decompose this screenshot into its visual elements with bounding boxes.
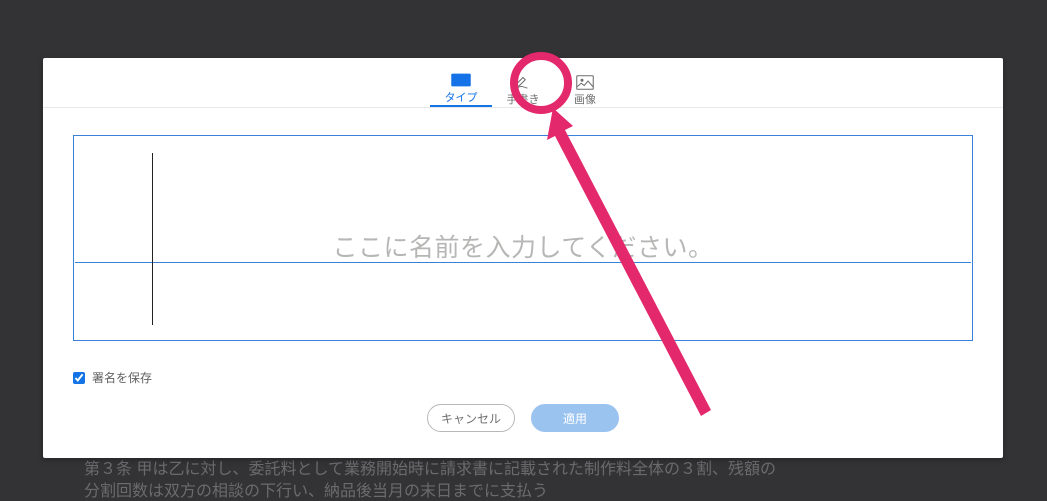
signature-method-tabs: タイプ 手書き 画像 [43,58,1003,108]
save-signature-label: 署名を保存 [92,369,152,386]
apply-button-label: 適用 [563,410,587,427]
tab-image[interactable]: 画像 [554,59,616,107]
signature-dialog: タイプ 手書き 画像 [43,58,1003,458]
tab-image-label: 画像 [574,91,596,107]
tab-draw[interactable]: 手書き [492,59,554,107]
text-caret [152,153,153,325]
signature-input-box[interactable]: ここに名前を入力してください。 [73,135,973,341]
cancel-button-label: キャンセル [441,410,501,427]
dialog-buttons: キャンセル 適用 [43,386,1003,432]
save-signature-row[interactable]: 署名を保存 [43,351,1003,386]
tab-type[interactable]: タイプ [430,59,492,107]
save-signature-checkbox[interactable] [73,372,85,384]
signature-baseline [75,262,971,263]
pen-icon [513,73,533,91]
keyboard-icon [451,71,471,89]
background-document-text: 第３条 甲は乙に対し、委託料として業務開始時に請求書に記載された制作料全体の３割… [84,459,1023,501]
signature-area: ここに名前を入力してください。 [43,108,1003,351]
apply-button[interactable]: 適用 [531,404,619,432]
cancel-button[interactable]: キャンセル [427,404,515,432]
image-icon [575,73,595,91]
tab-draw-label: 手書き [507,91,540,107]
app-backdrop: 第３条 甲は乙に対し、委託料として業務開始時に請求書に記載された制作料全体の３割… [0,0,1047,501]
tab-type-label: タイプ [445,89,478,105]
